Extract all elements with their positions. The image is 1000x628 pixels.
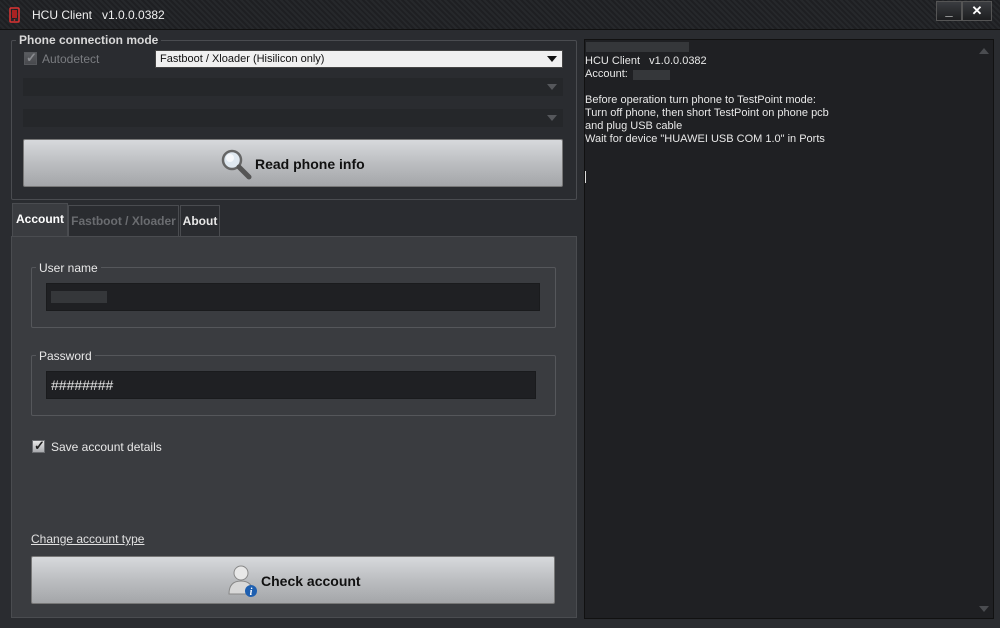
magnifier-icon [221, 149, 252, 180]
port-select[interactable] [23, 78, 563, 96]
check-account-button[interactable]: i Check account [31, 556, 555, 604]
check-icon: ✓ [34, 438, 45, 453]
log-line: Account: [585, 68, 628, 80]
read-phone-info-label: Read phone info [255, 156, 365, 172]
check-icon: ✓ [26, 50, 37, 65]
connection-mode-value: Fastboot / Xloader (Hisilicon only) [160, 53, 325, 65]
log-output[interactable]: HCU Client v1.0.0.0382 Account: Before o… [584, 39, 994, 619]
save-account-label: Save account details [51, 440, 162, 454]
scroll-down-icon[interactable] [979, 606, 989, 612]
device-select[interactable] [23, 109, 563, 127]
log-account-redacted [633, 70, 670, 80]
save-account-checkbox[interactable]: ✓ [32, 438, 45, 453]
tab-fastboot-xloader[interactable]: Fastboot / Xloader [68, 205, 179, 237]
username-legend: User name [36, 261, 101, 275]
password-field[interactable]: ######## [46, 371, 536, 399]
log-line: Before operation turn phone to TestPoint… [585, 94, 816, 106]
log-line: Turn off phone, then short TestPoint on … [585, 107, 829, 119]
app-icon [9, 7, 20, 23]
username-field[interactable] [46, 283, 540, 311]
tab-about[interactable]: About [180, 205, 220, 237]
autodetect-label: Autodetect [42, 52, 100, 66]
log-line: Wait for device "HUAWEI USB COM 1.0" in … [585, 133, 825, 145]
text-caret [585, 171, 586, 183]
minimize-button[interactable]: _ [936, 1, 962, 21]
close-button[interactable]: ✕ [962, 1, 992, 21]
read-phone-info-button[interactable]: Read phone info [23, 139, 563, 187]
dropdown-arrow-icon [547, 56, 557, 62]
check-account-label: Check account [261, 573, 361, 589]
user-info-icon: i [228, 565, 257, 598]
connection-mode-select[interactable]: Fastboot / Xloader (Hisilicon only) [155, 50, 563, 68]
change-account-type-link[interactable]: Change account type [31, 532, 144, 546]
title-bar: HCU Client v1.0.0.0382 _ ✕ [0, 0, 1000, 30]
dropdown-arrow-icon [547, 84, 557, 90]
password-legend: Password [36, 349, 95, 363]
autodetect-checkbox[interactable]: ✓ [24, 50, 37, 65]
username-redacted [51, 291, 107, 303]
log-line: and plug USB cable [585, 120, 683, 132]
window-title: HCU Client v1.0.0.0382 [32, 8, 165, 22]
log-line: HCU Client v1.0.0.0382 [585, 55, 707, 67]
phone-connection-legend: Phone connection mode [16, 33, 162, 47]
log-redacted-header [586, 42, 689, 52]
scroll-up-icon[interactable] [979, 48, 989, 54]
svg-text:i: i [250, 587, 253, 598]
dropdown-arrow-icon [547, 115, 557, 121]
tab-account[interactable]: Account [12, 203, 68, 237]
